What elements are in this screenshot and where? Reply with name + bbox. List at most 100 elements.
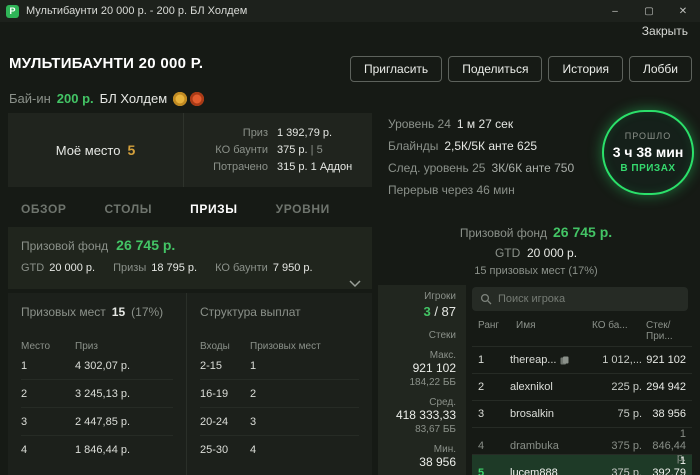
elapsed-label: ПРОШЛО bbox=[624, 131, 672, 141]
tab-prizes[interactable]: ПРИЗЫ bbox=[190, 202, 238, 216]
fund-ko: КО баунти 7 950 р. bbox=[215, 262, 313, 274]
players-stats-panel: Игроки 3 / 87 Стеки Макс. 921 102 184,22… bbox=[378, 285, 466, 475]
col-entries: Входы bbox=[200, 341, 230, 352]
col-prize: Приз bbox=[75, 341, 98, 352]
buyin-value: 200 р. bbox=[56, 91, 94, 106]
players-count: 3 / 87 bbox=[423, 303, 456, 319]
player-search bbox=[472, 287, 688, 311]
payout-row: 2-15 1 bbox=[200, 352, 359, 380]
level-label: Уровень 24 bbox=[388, 117, 451, 131]
stat-min-label: Мин. bbox=[433, 443, 456, 455]
bounty-chip-icon bbox=[190, 91, 205, 106]
search-icon bbox=[480, 293, 492, 305]
blinds-label: Блайнды bbox=[388, 139, 439, 153]
stat-avg-bb: 83,67 ББ bbox=[415, 424, 456, 436]
col-stack: Стек/При... bbox=[646, 320, 673, 342]
gold-chip-icon bbox=[173, 91, 188, 106]
prizes-section: Призовых мест 15 (17%) Место Приз 14 302… bbox=[8, 293, 372, 475]
col-places: Призовых мест bbox=[250, 341, 321, 352]
fund-right-gtd-label: GTD bbox=[494, 246, 521, 260]
my-spent-value: 315 р. 1 Аддон bbox=[277, 161, 353, 173]
my-spent-label: Потрачено bbox=[213, 161, 268, 173]
close-window-button[interactable]: ✕ bbox=[666, 0, 700, 22]
my-status-panel: Моё место 5 Приз 1 392,79 р. КО баунти 3… bbox=[8, 113, 372, 187]
fund-right-value: 26 745 р. bbox=[553, 224, 613, 240]
elapsed-value: 3 ч 38 мин bbox=[612, 144, 684, 160]
payout-row: 20-24 3 bbox=[200, 408, 359, 436]
app-logo-icon: P bbox=[6, 4, 19, 18]
tab-overview[interactable]: ОБЗОР bbox=[21, 202, 67, 216]
buyin-label: Бай-ин bbox=[9, 91, 51, 106]
fund-right-label: Призовой фонд bbox=[459, 226, 547, 240]
in-prizes-status: В ПРИЗАХ bbox=[620, 163, 676, 174]
prize-row: 32 447,85 р. bbox=[21, 408, 173, 436]
next-level-value: 3К/6К анте 750 bbox=[491, 161, 575, 175]
lobby-tabs: ОБЗОР СТОЛЫ ПРИЗЫ УРОВНИ bbox=[8, 196, 372, 222]
search-input[interactable] bbox=[498, 293, 680, 305]
my-ko-label: КО баунти bbox=[215, 144, 268, 156]
player-row[interactable]: 2 alexnikol 225 р. 294 942 bbox=[472, 373, 692, 400]
title-bar: P Мультибаунти 20 000 р. - 200 р. БЛ Хол… bbox=[0, 0, 700, 22]
payout-title: Структура выплат bbox=[200, 305, 301, 319]
player-row[interactable]: 1 thereap... 1 012,... 921 102 bbox=[472, 346, 692, 373]
close-lobby-button[interactable]: Закрыть bbox=[642, 24, 688, 38]
payout-row: 16-19 2 bbox=[200, 380, 359, 408]
window-controls: – ▢ ✕ bbox=[598, 0, 700, 22]
game-type: БЛ Холдем bbox=[99, 91, 168, 106]
my-place: Моё место 5 bbox=[8, 113, 184, 187]
my-place-label: Моё место bbox=[55, 142, 121, 158]
chevron-down-icon[interactable] bbox=[348, 279, 362, 288]
players-label: Игроки bbox=[424, 291, 456, 302]
col-place: Место bbox=[21, 341, 51, 352]
my-prize-value: 1 392,79 р. bbox=[277, 127, 333, 139]
my-prize-label: Приз bbox=[242, 127, 268, 139]
level-info: Уровень 24 1 м 27 сек Блайнды 2,5К/5К анте… bbox=[388, 117, 574, 205]
share-button[interactable]: Поделиться bbox=[448, 56, 543, 82]
header-actions: Пригласить Поделиться История Лобби bbox=[349, 56, 692, 82]
player-badge-icon bbox=[560, 356, 569, 365]
my-place-value: 5 bbox=[127, 142, 136, 158]
fund-right-gtd-value: 20 000 р. bbox=[526, 246, 578, 260]
prize-places-title: Призовых мест bbox=[21, 305, 106, 319]
blinds-value: 2,5К/5К анте 625 bbox=[444, 139, 538, 153]
fund-label: Призовой фонд bbox=[21, 239, 109, 253]
prize-places-percent: (17%) bbox=[131, 305, 164, 319]
stat-avg-value: 418 333,33 bbox=[395, 408, 456, 423]
stat-max-value: 921 102 bbox=[412, 361, 456, 376]
my-ko-value: 375 р. | 5 bbox=[277, 144, 323, 156]
lobby-button[interactable]: Лобби bbox=[629, 56, 692, 82]
payout-structure-table: Структура выплат Входы Призовых мест 2-1… bbox=[186, 293, 372, 475]
fund-prizes: Призы 18 795 р. bbox=[113, 262, 198, 274]
player-row-me[interactable]: 5 lucem888 375 р. 1 392,79 р. bbox=[472, 454, 692, 475]
player-row[interactable]: 3 brosalkin 75 р. 38 956 bbox=[472, 400, 692, 427]
prize-fund-summary: Призовой фонд 26 745 р. GTD 20 000 р. 15 … bbox=[388, 224, 684, 277]
player-row[interactable]: 4 drambuka 375 р. 1 846,44 р. bbox=[472, 427, 692, 464]
payout-row: 25-30 4 bbox=[200, 444, 257, 456]
players-table: Ранг Имя КО ба... Стек/При... 1 thereap.… bbox=[472, 316, 692, 475]
buyin-row: Бай-ин 200 р. БЛ Холдем bbox=[9, 91, 205, 106]
tab-tables[interactable]: СТОЛЫ bbox=[105, 202, 153, 216]
minimize-button[interactable]: – bbox=[598, 0, 632, 22]
break-text: Перерыв через 46 мин bbox=[388, 183, 515, 197]
stat-min-value: 38 956 bbox=[419, 455, 456, 470]
prize-places-table: Призовых мест 15 (17%) Место Приз 14 302… bbox=[8, 293, 186, 475]
stat-max-label: Макс. bbox=[429, 349, 456, 361]
stacks-label: Стеки bbox=[428, 330, 456, 342]
prize-fund-panel: Призовой фонд 26 745 р. GTD 20 000 р. При… bbox=[8, 227, 372, 289]
level-time: 1 м 27 сек bbox=[456, 117, 514, 131]
invite-button[interactable]: Пригласить bbox=[349, 56, 443, 82]
stat-max-bb: 184,22 ББ bbox=[409, 377, 457, 389]
tournament-lobby-window: P Мультибаунти 20 000 р. - 200 р. БЛ Хол… bbox=[0, 0, 700, 475]
tab-levels[interactable]: УРОВНИ bbox=[276, 202, 330, 216]
prize-row: 23 245,13 р. bbox=[21, 380, 173, 408]
prize-row: 14 302,07 р. bbox=[21, 352, 173, 380]
maximize-button[interactable]: ▢ bbox=[632, 0, 666, 22]
elapsed-timer-badge: ПРОШЛО 3 ч 38 мин В ПРИЗАХ bbox=[602, 110, 694, 195]
col-name: Имя bbox=[516, 320, 536, 331]
history-button[interactable]: История bbox=[548, 56, 623, 82]
my-stats: Приз 1 392,79 р. КО баунти 375 р. | 5 По… bbox=[184, 113, 372, 187]
fund-value: 26 745 р. bbox=[116, 237, 176, 253]
prize-row: 41 846,44 р. bbox=[21, 444, 131, 456]
next-level-label: След. уровень 25 bbox=[388, 161, 486, 175]
fund-right-places: 15 призовых мест (17%) bbox=[474, 265, 598, 277]
